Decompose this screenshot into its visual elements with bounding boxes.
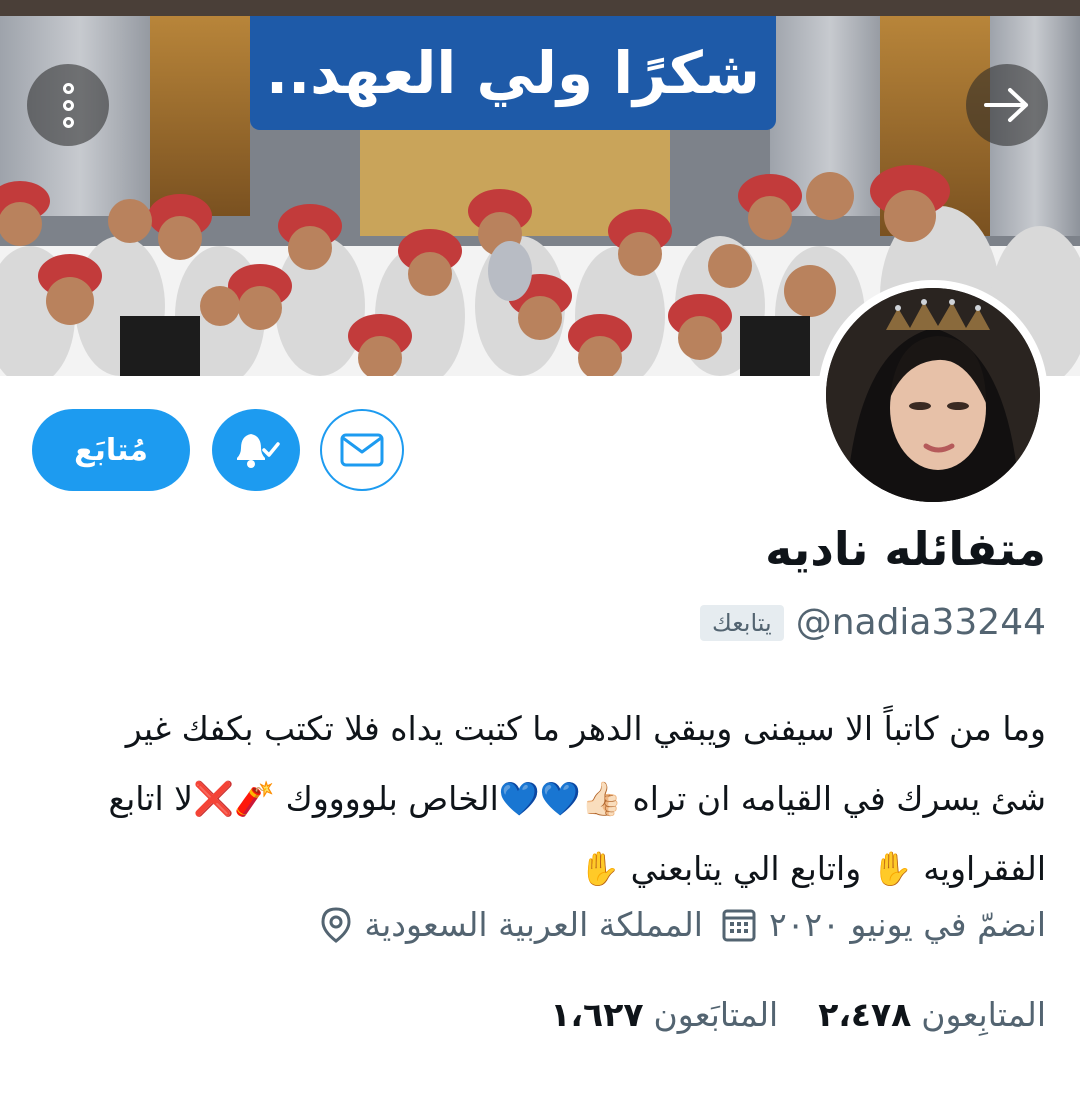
- more-options-button[interactable]: [27, 64, 109, 146]
- location-text: المملكة العربية السعودية: [364, 905, 703, 944]
- calendar-icon: [722, 909, 756, 941]
- mail-icon: [340, 433, 384, 467]
- notifications-button[interactable]: [212, 409, 300, 491]
- following-label: المتابَعون: [653, 995, 779, 1034]
- followers-count: ٢،٤٧٨: [818, 995, 912, 1034]
- profile-page: شكرًا ولي العهد.. مُتابَع متفائله ناديه …: [0, 0, 1080, 1096]
- joined-text: انضمّ في يونيو ٢٠٢٠: [768, 905, 1046, 944]
- avatar-image: [826, 288, 1040, 502]
- bio-line: شئ يسرك في القيامه ان تراه 👍🏻💙💙الخاص بلو…: [108, 779, 1047, 818]
- display-name: متفائله ناديه: [765, 522, 1046, 576]
- bell-check-icon: [237, 434, 280, 468]
- followers-label: المتابِعون: [921, 995, 1046, 1034]
- following-button[interactable]: مُتابَع: [32, 409, 190, 491]
- follow-stats: ١،٦٢٧ المتابَعون ٢،٤٧٨ المتابِعون: [550, 995, 1046, 1034]
- joined-item: انضمّ في يونيو ٢٠٢٠: [721, 905, 1046, 944]
- handle-row: @nadia33244 يتابعك: [699, 602, 1046, 643]
- username-handle: @nadia33244: [795, 602, 1046, 643]
- banner-title: شكرًا ولي العهد..: [250, 16, 776, 130]
- more-vertical-icon: [62, 82, 74, 128]
- bio-line: وما من كاتباً الا سيفنى ويبقي الدهر ما ك…: [125, 709, 1046, 748]
- location-pin-icon: [321, 906, 351, 943]
- status-strip: [0, 0, 1080, 16]
- bio-line: الفقراويه ✋ واتابع الي يتابعني ✋: [578, 849, 1046, 888]
- avatar[interactable]: [818, 280, 1048, 510]
- message-button[interactable]: [320, 409, 404, 491]
- forward-button[interactable]: [966, 64, 1048, 146]
- profile-bio: وما من كاتباً الا سيفنى ويبقي الدهر ما ك…: [31, 694, 1047, 904]
- following-count: ١،٦٢٧: [550, 995, 644, 1034]
- profile-meta: المملكة العربية السعودية انضمّ في يونيو …: [320, 905, 1046, 944]
- arrow-right-icon: [984, 88, 1028, 122]
- follows-you-badge: يتابعك: [699, 604, 784, 641]
- followers-stat[interactable]: ٢،٤٧٨ المتابِعون: [818, 995, 1046, 1034]
- following-stat[interactable]: ١،٦٢٧ المتابَعون: [550, 995, 778, 1034]
- location-item: المملكة العربية السعودية: [320, 905, 703, 944]
